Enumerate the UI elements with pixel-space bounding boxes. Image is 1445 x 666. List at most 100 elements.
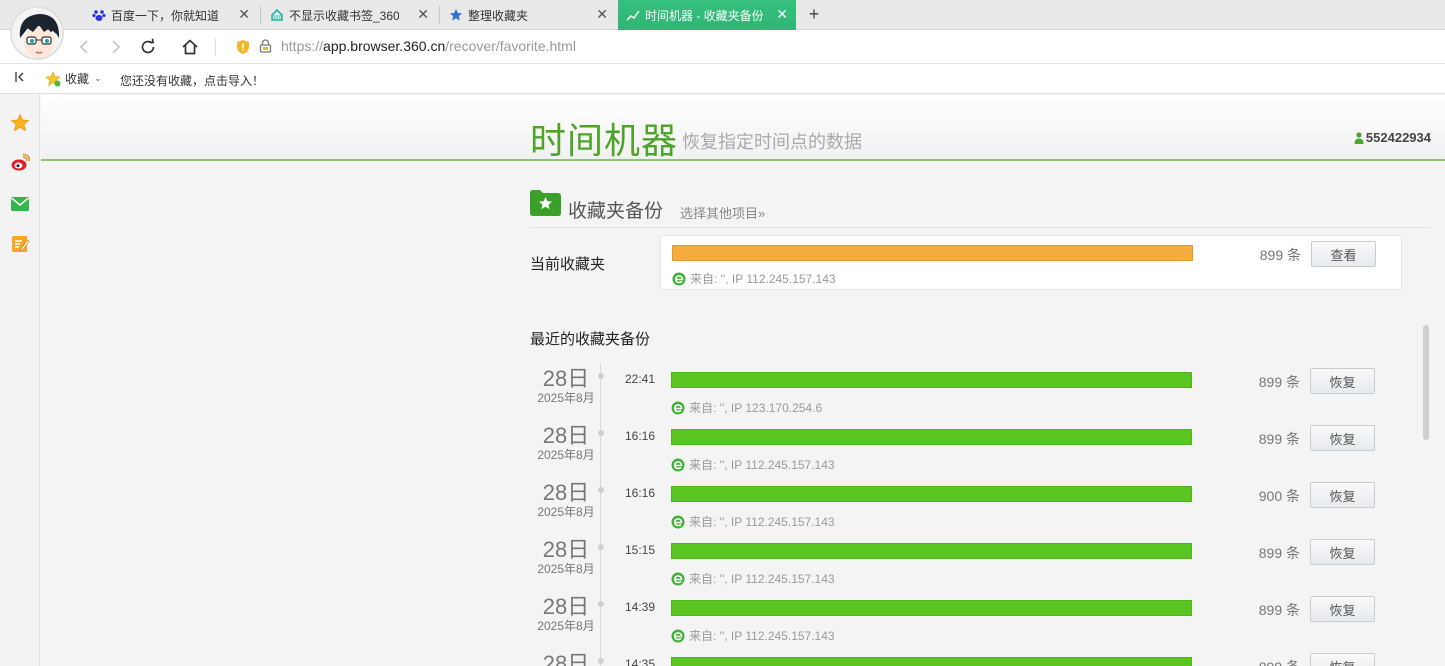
avatar[interactable] xyxy=(10,6,64,60)
notes-icon[interactable] xyxy=(9,233,31,255)
backup-time: 16:16 xyxy=(625,429,656,443)
restore-button[interactable]: 恢复 xyxy=(1310,653,1375,666)
restore-button[interactable]: 恢复 xyxy=(1310,539,1375,565)
close-icon[interactable]: ✕ xyxy=(776,7,788,21)
backup-time: 15:15 xyxy=(625,543,656,557)
folder-star-icon xyxy=(530,189,561,216)
360-browser-icon xyxy=(672,272,686,285)
tab-title: 时间机器 - 收藏夹备份 xyxy=(645,8,764,23)
star-icon xyxy=(45,70,61,86)
section-title: 收藏夹备份 xyxy=(568,201,664,222)
source-text: 来自: '', IP 112.245.157.143 xyxy=(689,515,835,529)
close-icon[interactable]: ✕ xyxy=(417,7,429,21)
chevron-right-icon xyxy=(112,40,121,54)
item-count: 899 条 xyxy=(1258,545,1300,561)
sidebar-toggle-icon[interactable] xyxy=(14,71,26,86)
timeline-dot xyxy=(598,430,604,436)
backup-month: 2025年8月 xyxy=(537,619,595,633)
backup-month: 2025年8月 xyxy=(537,448,595,462)
item-count: 899 条 xyxy=(1258,602,1300,618)
backup-time: 14:39 xyxy=(625,600,656,614)
count-bar xyxy=(671,657,1192,666)
tab-time-machine[interactable]: 时间机器 - 收藏夹备份 ✕ xyxy=(618,0,796,30)
close-icon[interactable]: ✕ xyxy=(238,7,250,21)
360-community-icon: 360 xyxy=(270,8,284,22)
tab-baidu[interactable]: 百度一下，你就知道 ✕ xyxy=(84,0,258,30)
favorites-label: 收藏 xyxy=(65,72,90,86)
home-button[interactable] xyxy=(179,36,201,58)
favorites-menu[interactable]: 收藏 ⌄ xyxy=(45,70,102,87)
backup-time: 14:35 xyxy=(625,657,656,666)
home-icon xyxy=(182,39,198,55)
360-browser-icon xyxy=(671,629,685,642)
count-bar xyxy=(672,245,1193,261)
side-panel xyxy=(0,95,40,666)
restore-button[interactable]: 恢复 xyxy=(1310,425,1375,451)
import-bookmarks-link[interactable]: 您还没有收藏，点击导入！ xyxy=(120,72,264,89)
item-count: 899 条 xyxy=(1259,247,1301,263)
count-bar xyxy=(671,543,1192,559)
mail-icon[interactable] xyxy=(9,193,31,215)
svg-text:360: 360 xyxy=(272,15,282,21)
tab-360-community[interactable]: 360 不显示收藏书签_360社 ✕ xyxy=(262,0,437,30)
url-field[interactable]: https://app.browser.360.cn/recover/favor… xyxy=(281,38,576,54)
url-scheme: https:// xyxy=(281,38,324,54)
backup-month: 2025年8月 xyxy=(537,505,595,519)
choose-other-project-link[interactable]: 选择其他项目» xyxy=(680,203,765,222)
item-count: 899 条 xyxy=(1240,657,1300,666)
tab-divider xyxy=(439,6,440,24)
source-text: 来自: '', IP 112.245.157.143 xyxy=(689,572,835,586)
360-browser-icon xyxy=(671,572,685,585)
timeline-dot xyxy=(598,373,604,379)
source-info: 来自: '', IP 112.245.157.143 xyxy=(672,270,836,287)
source-text: 来自: '', IP 112.245.157.143 xyxy=(689,458,835,472)
weibo-icon[interactable] xyxy=(9,152,31,174)
source-info: 来自: '', IP 123.170.254.6 xyxy=(671,399,822,416)
source-info: 来自: '', IP 112.245.157.143 xyxy=(671,627,835,644)
new-tab-button[interactable]: + xyxy=(804,4,824,25)
restore-button[interactable]: 恢复 xyxy=(1310,596,1375,622)
address-bar: https://app.browser.360.cn/recover/favor… xyxy=(0,30,1445,64)
current-favorites-card: 899 条 查看 来自: '', IP 112.245.157.143 xyxy=(660,235,1402,290)
tab-organize-favorites[interactable]: 整理收藏夹 ✕ xyxy=(441,0,616,30)
tab-divider xyxy=(260,6,261,24)
lock-icon[interactable] xyxy=(259,39,272,58)
baidu-paw-icon xyxy=(92,8,106,22)
page-title: 时间机器 xyxy=(530,121,679,162)
forward-button[interactable] xyxy=(105,36,127,58)
count-bar xyxy=(671,600,1192,616)
chevron-down-icon: ⌄ xyxy=(94,73,102,83)
tab-title: 不显示收藏书签_360社 xyxy=(289,8,399,23)
chart-icon xyxy=(626,8,640,22)
reload-button[interactable] xyxy=(137,36,159,58)
divider xyxy=(530,227,1430,228)
timeline-dot xyxy=(598,658,604,664)
close-icon[interactable]: ✕ xyxy=(596,7,608,21)
view-button[interactable]: 查看 xyxy=(1311,241,1376,267)
restore-button[interactable]: 恢复 xyxy=(1310,368,1375,394)
restore-button[interactable]: 恢复 xyxy=(1310,482,1375,508)
divider xyxy=(215,38,216,56)
source-info: 来自: '', IP 112.245.157.143 xyxy=(671,570,835,587)
tab-title: 整理收藏夹 xyxy=(468,8,529,23)
source-info: 来自: '', IP 112.245.157.143 xyxy=(671,513,835,530)
item-count: 900 条 xyxy=(1258,488,1300,504)
reload-icon xyxy=(141,38,155,54)
item-count: 899 条 xyxy=(1258,431,1300,447)
backup-month: 2025年8月 xyxy=(537,391,595,405)
tab-title: 百度一下，你就知道 xyxy=(111,8,220,23)
tab-strip: 百度一下，你就知道 ✕ 360 不显示收藏书签_360社 ✕ 整理收藏夹 ✕ 时… xyxy=(0,0,1445,30)
count-bar xyxy=(671,429,1192,445)
page-header: 时间机器 恢复指定时间点的数据 552422934 xyxy=(41,95,1445,162)
bookmarks-bar: 收藏 ⌄ 您还没有收藏，点击导入！ xyxy=(0,64,1445,94)
page-content: 时间机器 恢复指定时间点的数据 552422934 收藏夹备份 选择其他项目» … xyxy=(41,95,1445,666)
scrollbar[interactable] xyxy=(1423,325,1429,440)
username: 552422934 xyxy=(1365,130,1431,145)
star-icon xyxy=(449,8,463,22)
backup-time: 22:41 xyxy=(625,372,656,386)
current-favorites-label: 当前收藏夹 xyxy=(530,256,606,273)
user-account[interactable]: 552422934 xyxy=(1354,130,1431,145)
shield-icon[interactable] xyxy=(236,39,250,60)
back-button[interactable] xyxy=(73,36,95,58)
favorites-sidebar-icon[interactable] xyxy=(9,112,31,134)
